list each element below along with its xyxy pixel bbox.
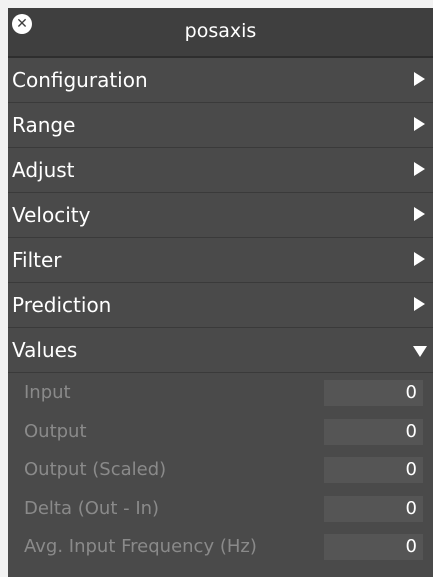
value-field-avg-frequency: 0 bbox=[324, 534, 423, 560]
triangle-down-icon bbox=[413, 346, 427, 357]
value-label-avg-frequency: Avg. Input Frequency (Hz) bbox=[24, 536, 257, 557]
section-filter[interactable]: Filter bbox=[8, 238, 433, 283]
section-label-adjust: Adjust bbox=[12, 158, 75, 182]
values-list: Input 0 Output 0 Output (Scaled) 0 Delta… bbox=[8, 373, 433, 566]
panel-titlebar: ✕ posaxis bbox=[8, 8, 433, 58]
posaxis-panel: ✕ posaxis Configuration Range Adjust Vel… bbox=[8, 8, 433, 577]
value-row-output-scaled: Output (Scaled) 0 bbox=[8, 450, 433, 489]
section-label-velocity: Velocity bbox=[12, 203, 91, 227]
value-row-input: Input 0 bbox=[8, 373, 433, 412]
section-label-prediction: Prediction bbox=[12, 293, 112, 317]
section-prediction[interactable]: Prediction bbox=[8, 283, 433, 328]
section-adjust[interactable]: Adjust bbox=[8, 148, 433, 193]
value-field-output-scaled: 0 bbox=[324, 457, 423, 483]
section-configuration[interactable]: Configuration bbox=[8, 58, 433, 103]
triangle-right-icon bbox=[414, 162, 425, 176]
value-field-output: 0 bbox=[324, 418, 423, 445]
section-label-range: Range bbox=[12, 113, 76, 137]
value-row-delta: Delta (Out - In) 0 bbox=[8, 489, 433, 528]
value-row-avg-frequency: Avg. Input Frequency (Hz) 0 bbox=[8, 527, 433, 566]
section-range[interactable]: Range bbox=[8, 103, 433, 148]
triangle-right-icon bbox=[414, 252, 425, 266]
value-label-delta: Delta (Out - In) bbox=[24, 497, 160, 519]
triangle-right-icon bbox=[414, 117, 425, 131]
triangle-right-icon bbox=[414, 207, 425, 221]
value-label-input: Input bbox=[24, 382, 71, 403]
section-values[interactable]: Values bbox=[8, 328, 433, 373]
section-label-values: Values bbox=[12, 338, 78, 362]
value-row-output: Output 0 bbox=[8, 412, 433, 451]
panel-title: posaxis bbox=[184, 20, 257, 42]
section-velocity[interactable]: Velocity bbox=[8, 193, 433, 238]
triangle-right-icon bbox=[414, 72, 425, 86]
value-label-output-scaled: Output (Scaled) bbox=[24, 459, 167, 480]
section-label-configuration: Configuration bbox=[12, 68, 148, 92]
value-field-delta: 0 bbox=[324, 495, 423, 522]
value-label-output: Output bbox=[24, 420, 87, 442]
section-label-filter: Filter bbox=[12, 248, 62, 272]
triangle-right-icon bbox=[414, 297, 425, 311]
value-field-input: 0 bbox=[324, 380, 423, 406]
